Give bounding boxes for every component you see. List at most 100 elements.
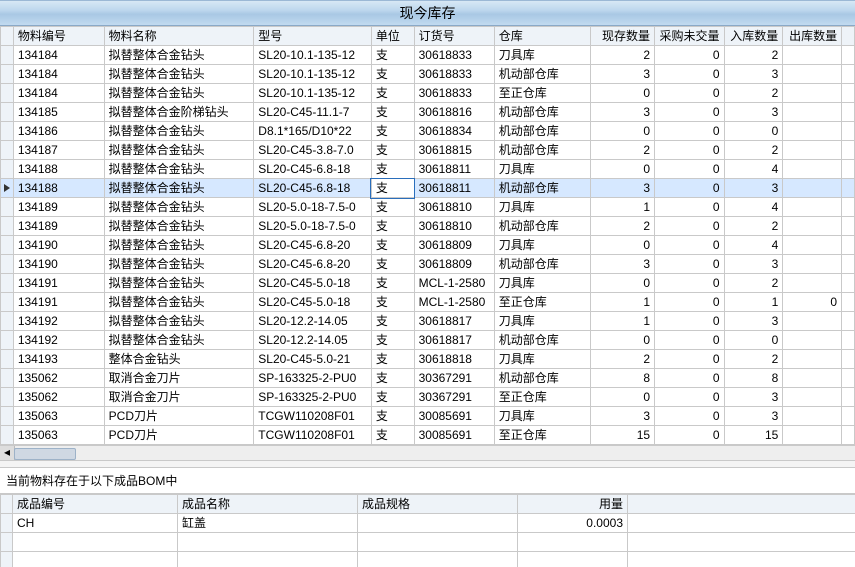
cell[interactable]: 134188 [13, 179, 104, 198]
cell[interactable]: 机动部仓库 [494, 217, 590, 236]
cell[interactable] [783, 407, 842, 426]
table-row[interactable]: 134190拟替整体合金钻头SL20-C45-6.8-20支30618809刀具… [1, 236, 855, 255]
cell[interactable] [783, 84, 842, 103]
cell[interactable]: 3 [724, 388, 783, 407]
cell[interactable]: 4 [724, 198, 783, 217]
column-header[interactable]: 出库数量 [783, 27, 842, 46]
cell[interactable] [358, 533, 518, 552]
cell[interactable]: 刀具库 [494, 274, 590, 293]
cell[interactable]: 8 [590, 369, 654, 388]
cell[interactable]: 30618833 [414, 46, 494, 65]
cell[interactable]: 134189 [13, 217, 104, 236]
cell[interactable]: 支 [371, 217, 414, 236]
pane-divider[interactable] [0, 460, 855, 468]
cell[interactable]: 30618833 [414, 84, 494, 103]
table-row[interactable]: 134188拟替整体合金钻头SL20-C45-6.8-18支30618811机动… [1, 179, 855, 198]
cell[interactable]: SL20-C45-5.0-21 [254, 350, 372, 369]
table-row[interactable] [1, 552, 855, 567]
scroll-left-button[interactable]: ◂ [0, 446, 15, 460]
cell[interactable]: 3 [724, 65, 783, 84]
cell[interactable]: 30618809 [414, 255, 494, 274]
cell[interactable]: SL20-C45-5.0-18 [254, 293, 372, 312]
cell[interactable]: 30367291 [414, 369, 494, 388]
cell[interactable] [178, 533, 358, 552]
cell[interactable]: CH [13, 514, 178, 533]
cell[interactable]: 刀具库 [494, 312, 590, 331]
cell[interactable]: 0 [655, 179, 724, 198]
cell[interactable]: 缸盖 [178, 514, 358, 533]
cell[interactable]: 15 [590, 426, 654, 445]
cell[interactable]: 30618810 [414, 198, 494, 217]
cell[interactable] [13, 533, 178, 552]
cell[interactable]: 0 [655, 84, 724, 103]
cell[interactable]: 拟替整体合金钻头 [104, 122, 254, 141]
cell[interactable] [783, 160, 842, 179]
cell[interactable]: 拟替整体合金阶梯钻头 [104, 103, 254, 122]
cell[interactable]: 134186 [13, 122, 104, 141]
cell[interactable]: 刀具库 [494, 46, 590, 65]
cell[interactable]: 3 [590, 65, 654, 84]
cell[interactable] [783, 65, 842, 84]
cell[interactable] [783, 369, 842, 388]
cell[interactable]: 15 [724, 426, 783, 445]
cell[interactable]: 0 [590, 122, 654, 141]
cell[interactable]: SL20-12.2-14.05 [254, 331, 372, 350]
cell[interactable]: 支 [371, 331, 414, 350]
cell[interactable]: 拟替整体合金钻头 [104, 312, 254, 331]
table-row[interactable]: 135063PCD刀片TCGW110208F01支30085691至正仓库150… [1, 426, 855, 445]
cell[interactable]: 30618810 [414, 217, 494, 236]
cell[interactable]: 0 [655, 46, 724, 65]
cell[interactable] [783, 350, 842, 369]
cell[interactable]: 0 [590, 160, 654, 179]
cell[interactable]: 刀具库 [494, 407, 590, 426]
cell[interactable]: 0 [590, 331, 654, 350]
cell[interactable]: 机动部仓库 [494, 141, 590, 160]
cell[interactable]: 取消合金刀片 [104, 369, 254, 388]
cell[interactable] [358, 514, 518, 533]
bom-grid[interactable]: 成品编号成品名称成品规格用量 CH缸盖0.0003 [0, 494, 855, 567]
cell[interactable] [783, 122, 842, 141]
cell[interactable]: 0 [783, 293, 842, 312]
cell[interactable]: 0 [655, 160, 724, 179]
cell[interactable]: 0 [724, 122, 783, 141]
table-row[interactable]: 134192拟替整体合金钻头SL20-12.2-14.05支30618817刀具… [1, 312, 855, 331]
column-header[interactable]: 物料名称 [104, 27, 254, 46]
cell[interactable] [783, 255, 842, 274]
cell[interactable]: 0 [655, 141, 724, 160]
cell[interactable]: 支 [371, 122, 414, 141]
cell[interactable]: 0 [590, 274, 654, 293]
cell[interactable]: 8 [724, 369, 783, 388]
cell[interactable]: 1 [590, 293, 654, 312]
cell[interactable]: 3 [724, 179, 783, 198]
cell[interactable]: SP-163325-2-PU0 [254, 369, 372, 388]
cell[interactable]: 134191 [13, 274, 104, 293]
table-row[interactable] [1, 533, 855, 552]
table-row[interactable]: 135063PCD刀片TCGW110208F01支30085691刀具库303 [1, 407, 855, 426]
cell[interactable]: 支 [371, 160, 414, 179]
cell[interactable]: 3 [724, 103, 783, 122]
cell[interactable]: 3 [724, 312, 783, 331]
cell[interactable]: 0.0003 [518, 514, 628, 533]
cell[interactable] [783, 141, 842, 160]
cell[interactable]: 2 [724, 141, 783, 160]
cell[interactable]: 刀具库 [494, 160, 590, 179]
cell[interactable]: 0 [655, 388, 724, 407]
cell[interactable]: 机动部仓库 [494, 103, 590, 122]
cell[interactable]: 3 [724, 407, 783, 426]
column-header[interactable]: 成品规格 [358, 495, 518, 514]
cell[interactable]: 拟替整体合金钻头 [104, 293, 254, 312]
cell[interactable]: 135063 [13, 407, 104, 426]
cell[interactable]: SL20-12.2-14.05 [254, 312, 372, 331]
cell[interactable]: 拟替整体合金钻头 [104, 331, 254, 350]
cell[interactable]: 0 [655, 331, 724, 350]
cell[interactable]: 2 [724, 274, 783, 293]
column-header[interactable]: 用量 [518, 495, 628, 514]
cell[interactable]: 135063 [13, 426, 104, 445]
cell[interactable]: 30618809 [414, 236, 494, 255]
cell[interactable]: 拟替整体合金钻头 [104, 198, 254, 217]
cell[interactable]: 至正仓库 [494, 293, 590, 312]
cell[interactable]: 0 [655, 236, 724, 255]
cell[interactable]: 3 [590, 179, 654, 198]
cell[interactable] [783, 103, 842, 122]
cell[interactable] [518, 533, 628, 552]
